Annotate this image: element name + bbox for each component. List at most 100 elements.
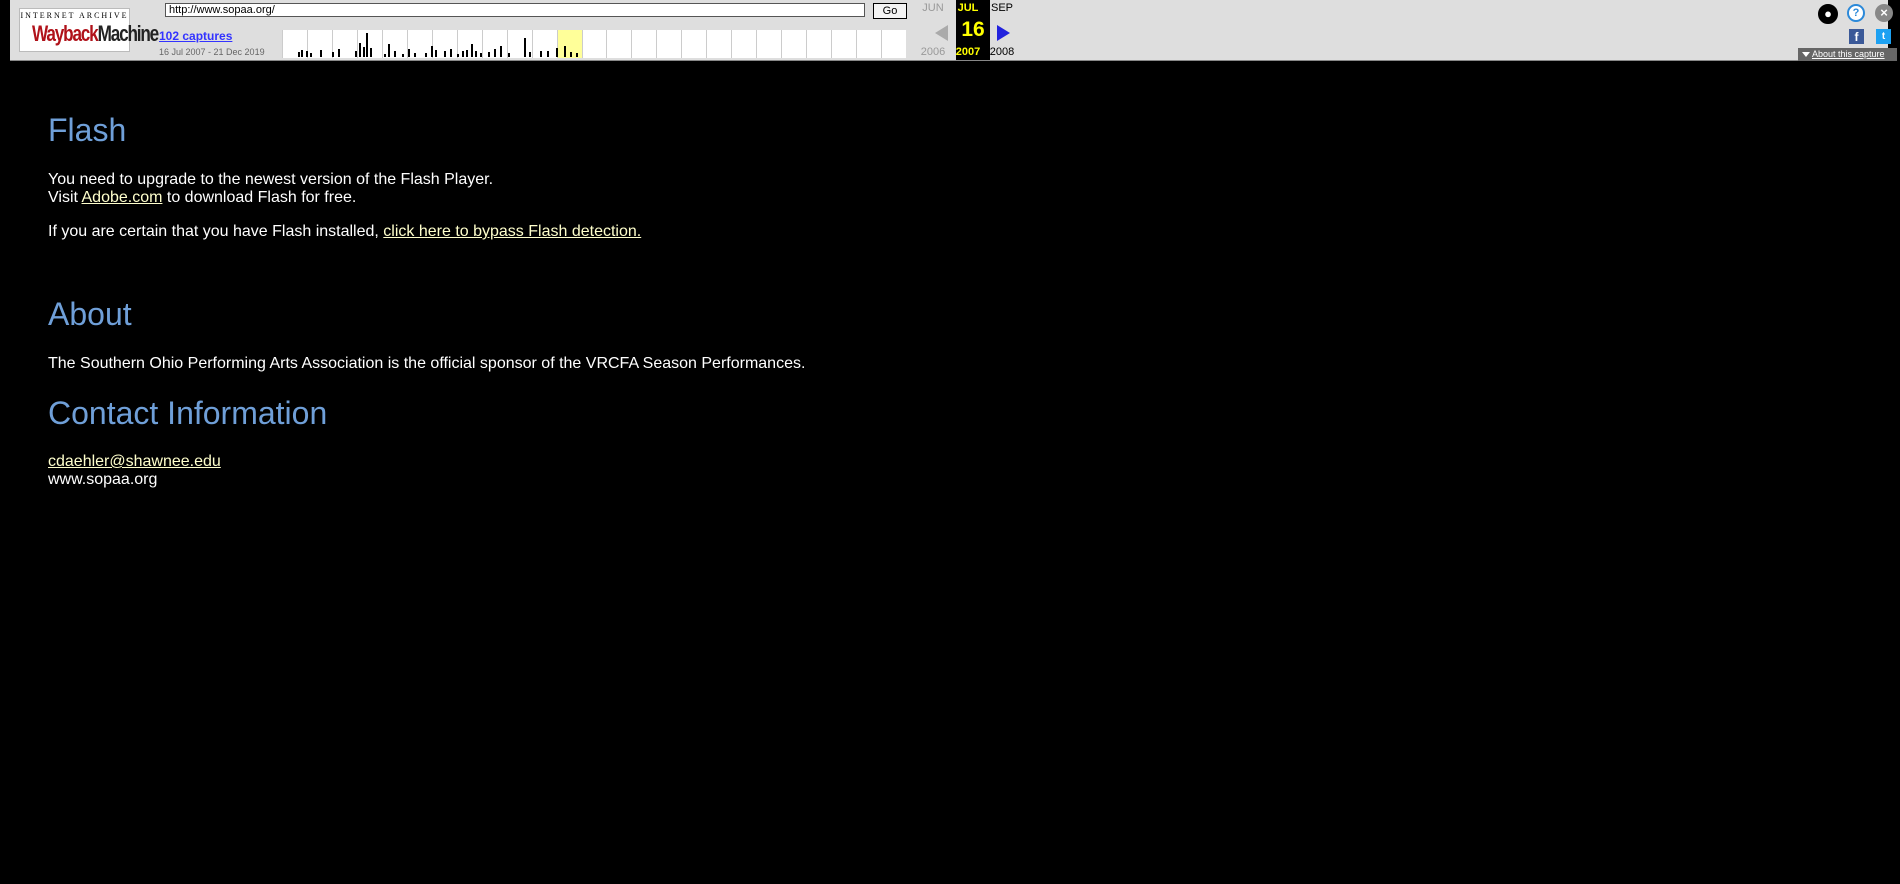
sparkline-year[interactable] bbox=[456, 30, 482, 58]
sparkline-year[interactable] bbox=[781, 30, 806, 58]
sparkline-bar bbox=[298, 52, 300, 57]
logo-word-wayback: Wayback bbox=[31, 21, 99, 46]
sparkline-bar bbox=[394, 51, 396, 57]
sparkline-year[interactable] bbox=[282, 30, 307, 58]
sparkline-bar bbox=[466, 50, 468, 57]
sparkline-bar bbox=[425, 53, 427, 57]
about-this-capture-button[interactable]: About this capture bbox=[1798, 48, 1897, 61]
prev-year-label[interactable]: 2006 bbox=[918, 46, 948, 58]
sparkline-bar bbox=[508, 53, 510, 57]
logo-internet-archive-text: INTERNET ARCHIVE bbox=[20, 11, 129, 20]
sparkline-bar bbox=[370, 48, 372, 57]
flash-visit-rest-text: to download Flash for free. bbox=[162, 189, 357, 206]
about-text: The Southern Ohio Performing Arts Associ… bbox=[48, 355, 806, 372]
sparkline-bar bbox=[556, 48, 558, 57]
captures-link[interactable]: 102 captures bbox=[159, 29, 232, 43]
sparkline-year[interactable] bbox=[731, 30, 756, 58]
caret-down-icon bbox=[1802, 52, 1810, 57]
flash-heading: Flash bbox=[48, 112, 127, 148]
sparkline-bar bbox=[402, 54, 404, 57]
sparkline-bar bbox=[524, 38, 526, 57]
sparkline-year[interactable] bbox=[506, 30, 532, 58]
sparkline-year[interactable] bbox=[656, 30, 681, 58]
next-year-label[interactable]: 2008 bbox=[987, 46, 1017, 58]
contact-heading: Contact Information bbox=[48, 395, 328, 431]
sparkline-bar bbox=[547, 51, 549, 57]
sparkline-bar bbox=[471, 44, 473, 57]
next-capture-arrow-icon[interactable] bbox=[997, 25, 1010, 41]
wayback-logo[interactable]: INTERNET ARCHIVE WaybackMachine bbox=[19, 8, 159, 52]
sparkline-bar bbox=[355, 51, 357, 57]
sparkline-year[interactable] bbox=[681, 30, 706, 58]
sparkline-bar bbox=[359, 43, 361, 57]
sparkline-bar bbox=[576, 53, 578, 57]
go-button[interactable]: Go bbox=[873, 3, 907, 19]
sparkline-bar bbox=[488, 52, 490, 57]
flash-upgrade-text: You need to upgrade to the newest versio… bbox=[48, 171, 494, 188]
capture-sparkline[interactable] bbox=[282, 30, 906, 58]
sparkline-year[interactable] bbox=[706, 30, 731, 58]
current-day: 16 bbox=[961, 18, 985, 41]
sparkline-bar bbox=[444, 51, 446, 57]
sparkline-bar bbox=[414, 53, 416, 57]
sparkline-bar bbox=[457, 54, 459, 57]
facebook-icon[interactable]: f bbox=[1849, 29, 1864, 44]
sparkline-year[interactable] bbox=[756, 30, 781, 58]
user-icon[interactable]: ● bbox=[1818, 4, 1838, 24]
wayback-url-input[interactable] bbox=[165, 3, 865, 17]
sparkline-bar bbox=[540, 51, 542, 57]
sparkline-year[interactable] bbox=[631, 30, 656, 58]
current-year-label: 2007 bbox=[955, 46, 981, 58]
next-month-label[interactable]: SEP bbox=[987, 2, 1017, 14]
sparkline-bar bbox=[301, 50, 303, 57]
sparkline-year[interactable] bbox=[406, 30, 432, 58]
sparkline-year[interactable] bbox=[881, 30, 906, 58]
sparkline-bar bbox=[431, 46, 433, 57]
contact-email-link[interactable]: cdaehler@shawnee.edu bbox=[48, 453, 221, 470]
sparkline-year[interactable] bbox=[806, 30, 831, 58]
twitter-icon[interactable]: t bbox=[1876, 29, 1891, 44]
sparkline-bar bbox=[529, 52, 531, 57]
sparkline-year[interactable] bbox=[581, 30, 607, 58]
flash-bypass-line: If you are certain that you have Flash i… bbox=[48, 223, 641, 241]
sparkline-bar bbox=[435, 50, 437, 57]
sparkline-bar bbox=[480, 53, 482, 57]
sparkline-bar bbox=[363, 47, 365, 57]
sparkline-bar bbox=[450, 49, 452, 57]
wayback-toolbar: INTERNET ARCHIVE WaybackMachine Go 102 c… bbox=[10, 0, 1897, 61]
sparkline-bar bbox=[475, 51, 477, 57]
sparkline-bar bbox=[366, 33, 368, 57]
sparkline-bar bbox=[500, 46, 502, 57]
capture-date-range: 16 Jul 2007 - 21 Dec 2019 bbox=[159, 47, 265, 57]
sparkline-bar bbox=[306, 51, 308, 57]
sparkline-bar bbox=[338, 49, 340, 57]
sparkline-bar bbox=[320, 50, 322, 57]
sparkline-year[interactable] bbox=[856, 30, 881, 58]
sparkline-bar bbox=[332, 52, 334, 57]
help-icon[interactable]: ? bbox=[1847, 4, 1865, 22]
sparkline-bar bbox=[494, 49, 496, 57]
flash-visit-text: Visit bbox=[48, 189, 82, 206]
bypass-flash-link[interactable]: click here to bypass Flash detection. bbox=[383, 223, 641, 240]
sparkline-bar bbox=[310, 53, 312, 57]
prev-capture-arrow-icon[interactable] bbox=[935, 25, 948, 41]
current-month-label: JUL bbox=[957, 2, 979, 14]
sparkline-year[interactable] bbox=[331, 30, 357, 58]
contact-site-text: www.sopaa.org bbox=[48, 471, 158, 488]
logo-wayback-machine-text: WaybackMachine bbox=[31, 21, 159, 47]
sparkline-bar bbox=[408, 49, 410, 57]
sparkline-bar bbox=[388, 44, 390, 57]
contact-email-line: cdaehler@shawnee.edu bbox=[48, 453, 221, 471]
sparkline-bar bbox=[570, 52, 572, 57]
about-this-capture-label: About this capture bbox=[1812, 49, 1885, 59]
sparkline-year[interactable] bbox=[531, 30, 557, 58]
sparkline-year[interactable] bbox=[831, 30, 856, 58]
prev-month-label[interactable]: JUN bbox=[918, 2, 948, 14]
sparkline-year[interactable] bbox=[606, 30, 631, 58]
flash-certain-text: If you are certain that you have Flash i… bbox=[48, 223, 384, 240]
adobe-link[interactable]: Adobe.com bbox=[82, 189, 163, 206]
sparkline-bar bbox=[384, 54, 386, 57]
about-heading: About bbox=[48, 296, 132, 332]
close-icon[interactable]: × bbox=[1875, 4, 1893, 22]
logo-word-machine: Machine bbox=[97, 21, 160, 46]
